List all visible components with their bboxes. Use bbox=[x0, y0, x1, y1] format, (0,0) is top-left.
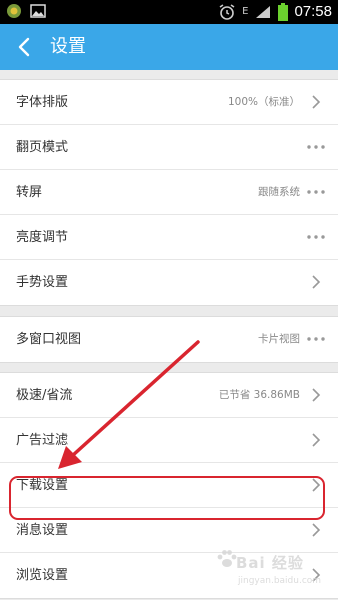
watermark-url: jingyan.baidu.com bbox=[238, 576, 322, 586]
paw-logo-icon bbox=[217, 550, 237, 567]
watermark-title: Bai 经验 bbox=[236, 554, 304, 572]
baidu-jingyan-watermark: Bai 经验 jingyan.baidu.com bbox=[216, 548, 336, 598]
annotation-arrow bbox=[58, 340, 200, 469]
